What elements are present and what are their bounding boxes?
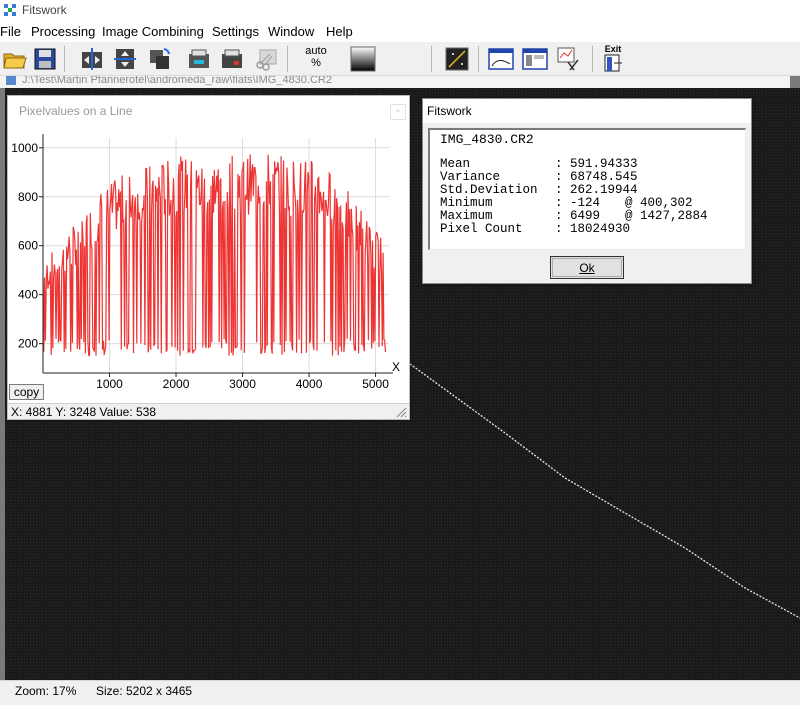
- toolbar: auto % Exit: [0, 42, 800, 76]
- fitswork-app-icon: [4, 4, 16, 16]
- image-window-titlebar: J:\Test\Martin Pfannerotel\andromeda_raw…: [0, 76, 790, 88]
- menu-image-combining[interactable]: Image Combining: [102, 24, 204, 39]
- toolbar-separator: [287, 46, 288, 72]
- menu-settings[interactable]: Settings: [212, 24, 259, 39]
- resize-grip-icon[interactable]: [395, 406, 407, 418]
- stat-key: Pixel Count: [440, 222, 523, 236]
- gradient-levels-icon[interactable]: [350, 46, 376, 72]
- window-titlebar: Fitswork: [0, 0, 800, 22]
- status-bar: Zoom: 17% Size: 5202 x 3465: [0, 680, 800, 705]
- y-tick-label: 600: [18, 239, 38, 253]
- image-size: Size: 5202 x 3465: [96, 684, 193, 698]
- pixel-profile-chart: 1000 2000 3000 4000 5000 200 400 600 800 1000 X: [11, 134, 400, 391]
- toolbar-separator: [64, 46, 65, 72]
- flip-horizontal-icon[interactable]: [79, 46, 105, 72]
- auto-stretch-button[interactable]: auto %: [301, 45, 331, 73]
- open-folder-icon[interactable]: [2, 46, 28, 72]
- pixelvalues-window-title: Pixelvalues on a Line: [19, 104, 133, 118]
- histogram-window-icon[interactable]: [488, 46, 514, 72]
- auto-label: auto: [305, 45, 327, 57]
- menu-bar: File Processing Image Combining Settings…: [0, 22, 800, 42]
- image-scanner-icon[interactable]: [186, 46, 212, 72]
- image-window-icon[interactable]: [522, 46, 548, 72]
- cursor-readout: X: 4881 Y: 3248 Value: 538: [11, 405, 157, 419]
- menu-file[interactable]: File: [0, 24, 21, 39]
- toolbar-separator: [431, 46, 432, 72]
- stat-row-pixel-count: Pixel Count : 18024930: [440, 223, 630, 236]
- copy-button[interactable]: copy: [9, 384, 44, 400]
- tools-settings-icon[interactable]: [556, 46, 582, 72]
- pixelvalues-window: Pixelvalues on a Line ▫ 1000 2000 3000 4000…: [7, 95, 410, 420]
- statistics-text-box: IMG_4830.CR2 Mean : 591.94333 Variance :…: [428, 128, 746, 250]
- x-tick-label: 3000: [229, 377, 256, 391]
- x-tick-label: 4000: [296, 377, 323, 391]
- stat-location: @ 1427,2884: [625, 209, 708, 223]
- exit-label: Exit: [604, 44, 622, 54]
- auto-percent-label: %: [311, 57, 321, 69]
- y-tick-label: 200: [18, 337, 38, 351]
- menu-help[interactable]: Help: [326, 24, 353, 39]
- y-tick-label: 400: [18, 288, 38, 302]
- save-disk-icon[interactable]: [32, 46, 58, 72]
- menu-window[interactable]: Window: [268, 24, 314, 39]
- x-tick-label: 5000: [362, 377, 389, 391]
- toolbar-separator: [592, 46, 593, 72]
- image-window-icon: [6, 76, 16, 85]
- statistics-dialog: Fitswork IMG_4830.CR2 Mean : 591.94333 V…: [422, 98, 752, 284]
- ok-button[interactable]: Ok: [550, 256, 624, 279]
- image-file-path: J:\Test\Martin Pfannerotel\andromeda_raw…: [22, 76, 332, 86]
- rotate-image-icon[interactable]: [146, 46, 172, 72]
- x-tick-label: 2000: [163, 377, 190, 391]
- x-tick-label: 1000: [96, 377, 123, 391]
- window-title: Fitswork: [22, 3, 67, 17]
- y-tick-label: 800: [18, 190, 38, 204]
- star-field-icon[interactable]: [444, 46, 470, 72]
- stat-value: 18024930: [570, 222, 631, 236]
- statistics-filename: IMG_4830.CR2: [440, 132, 534, 147]
- menu-processing[interactable]: Processing: [31, 24, 95, 39]
- x-axis-label: X: [392, 360, 400, 374]
- series-line: [42, 154, 387, 357]
- statistics-dialog-titlebar: Fitswork: [423, 99, 751, 123]
- stat-separator: :: [555, 222, 563, 236]
- pixelvalues-statusbar: X: 4881 Y: 3248 Value: 538: [8, 403, 409, 419]
- exit-door-icon: [604, 54, 622, 72]
- y-tick-label: 1000: [11, 141, 38, 155]
- toolbar-separator: [478, 46, 479, 72]
- zoom-level: Zoom: 17%: [15, 684, 77, 698]
- statistics-dialog-title: Fitswork: [427, 104, 472, 118]
- exit-button[interactable]: Exit: [600, 44, 626, 74]
- flip-vertical-icon[interactable]: [112, 46, 138, 72]
- image-print-icon[interactable]: [219, 46, 245, 72]
- close-icon[interactable]: ▫: [390, 104, 406, 120]
- crop-scissors-icon[interactable]: [253, 46, 279, 72]
